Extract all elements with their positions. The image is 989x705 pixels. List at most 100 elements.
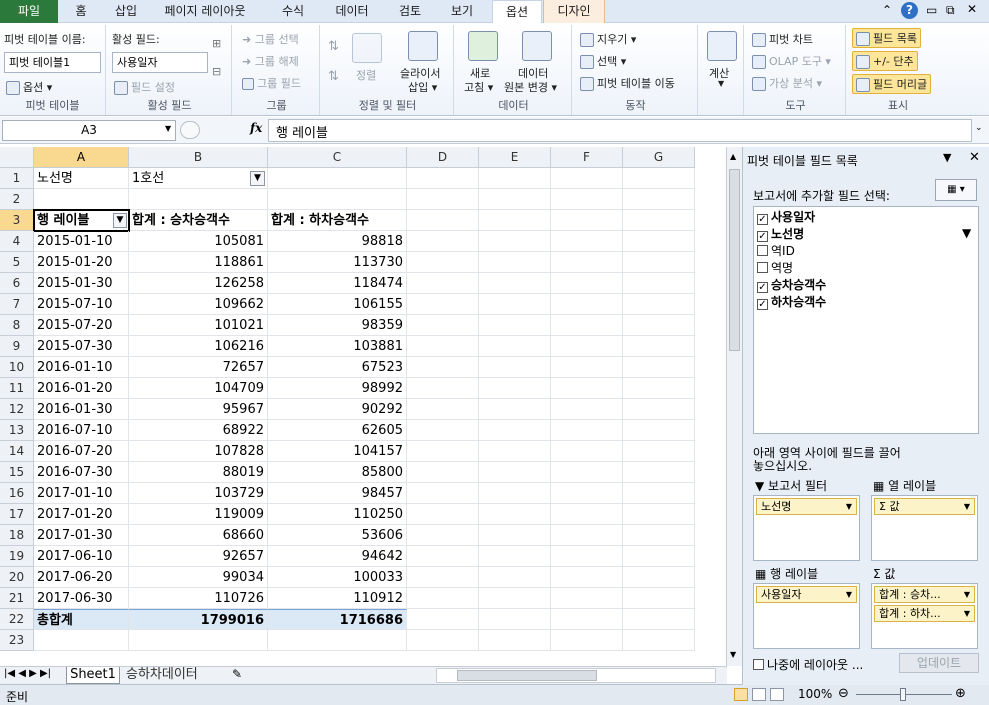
cell-a18[interactable]: 2017-01-30 <box>34 525 129 546</box>
cell-d22[interactable] <box>407 609 479 630</box>
field-item[interactable]: ✓ 하차승객수 <box>757 294 826 311</box>
cell-f19[interactable] <box>551 546 623 567</box>
cell-b13[interactable]: 68922 <box>129 420 268 441</box>
cell-d8[interactable] <box>407 315 479 336</box>
cell-f13[interactable] <box>551 420 623 441</box>
field-checkbox[interactable] <box>757 262 768 273</box>
tab-page-layout[interactable]: 페이지 레이아웃 <box>150 0 260 23</box>
olap-tools-button[interactable]: OLAP 도구 ▾ <box>752 53 831 69</box>
zoom-out-icon[interactable]: ⊖ <box>838 686 849 701</box>
filter-chip[interactable]: 노선명 ▼ <box>756 498 857 515</box>
clear-button[interactable]: 지우기 ▾ <box>580 31 636 47</box>
cell-g17[interactable] <box>623 504 695 525</box>
tab-file[interactable]: 파일 <box>0 0 58 23</box>
cell-g8[interactable] <box>623 315 695 336</box>
sheet-tab-data[interactable]: 승하차데이터 <box>126 667 198 684</box>
row-header[interactable]: 5 <box>0 252 34 273</box>
cell-a21[interactable]: 2017-06-30 <box>34 588 129 609</box>
cell-a13[interactable]: 2016-07-10 <box>34 420 129 441</box>
row-header[interactable]: 6 <box>0 273 34 294</box>
cell-e1[interactable] <box>479 168 551 189</box>
cell-a8[interactable]: 2015-07-20 <box>34 315 129 336</box>
column-header-g[interactable]: G <box>623 147 695 168</box>
defer-update-checkbox[interactable]: 나중에 레이아웃 ... <box>753 656 863 673</box>
field-item[interactable]: 역명 <box>757 260 793 277</box>
cell-b5[interactable]: 118861 <box>129 252 268 273</box>
cell-f10[interactable] <box>551 357 623 378</box>
cell-g13[interactable] <box>623 420 695 441</box>
row-header[interactable]: 10 <box>0 357 34 378</box>
row-header[interactable]: 9 <box>0 336 34 357</box>
panel-menu-icon[interactable]: ▼ <box>943 151 951 164</box>
cell-a1[interactable]: 노선명 <box>34 168 129 189</box>
cell-b6[interactable]: 126258 <box>129 273 268 294</box>
cell-c23[interactable] <box>268 630 407 651</box>
tab-view[interactable]: 보기 <box>440 0 484 23</box>
cell-a9[interactable]: 2015-07-30 <box>34 336 129 357</box>
tab-review[interactable]: 검토 <box>388 0 432 23</box>
row-header[interactable]: 2 <box>0 189 34 210</box>
row-header[interactable]: 20 <box>0 567 34 588</box>
cell-g20[interactable] <box>623 567 695 588</box>
cell-c4[interactable]: 98818 <box>268 231 407 252</box>
cell-f21[interactable] <box>551 588 623 609</box>
tab-formulas[interactable]: 수식 <box>268 0 318 23</box>
cell-b18[interactable]: 68660 <box>129 525 268 546</box>
cell-a17[interactable]: 2017-01-20 <box>34 504 129 525</box>
cell-c17[interactable]: 110250 <box>268 504 407 525</box>
new-sheet-icon[interactable]: ✎ <box>232 667 242 681</box>
value-chip-2[interactable]: 합계 : 하차... ▼ <box>874 605 975 622</box>
ungroup-button[interactable]: ➜ 그룹 해제 <box>242 53 299 69</box>
chevron-down-icon[interactable]: ▼ <box>964 587 970 602</box>
cell-d2[interactable] <box>407 189 479 210</box>
insert-function-icon[interactable]: fx <box>250 121 262 135</box>
field-list-toggle[interactable]: 필드 목록 <box>852 28 921 48</box>
chevron-down-icon[interactable]: ▼ <box>964 499 970 514</box>
cell-d1[interactable] <box>407 168 479 189</box>
field-checkbox[interactable] <box>757 245 768 256</box>
cell-c15[interactable]: 85800 <box>268 462 407 483</box>
normal-view-icon[interactable] <box>734 688 748 701</box>
cell-d20[interactable] <box>407 567 479 588</box>
cell-b1[interactable]: 1호선 <box>129 168 268 189</box>
cell-a6[interactable]: 2015-01-30 <box>34 273 129 294</box>
sort-button[interactable]: 정렬 <box>356 67 376 83</box>
cell-d18[interactable] <box>407 525 479 546</box>
cell-e18[interactable] <box>479 525 551 546</box>
pivot-chart-button[interactable]: 피벗 차트 <box>752 31 813 47</box>
horizontal-scroll-thumb[interactable] <box>457 670 597 681</box>
minimize-ribbon-icon[interactable]: ⌃ <box>882 3 892 17</box>
zoom-level[interactable]: 100% <box>798 687 832 701</box>
page-layout-view-icon[interactable] <box>752 688 766 701</box>
select-button[interactable]: 선택 ▾ <box>580 53 626 69</box>
row-header[interactable]: 16 <box>0 483 34 504</box>
cell-b2[interactable] <box>129 189 268 210</box>
cell-b9[interactable]: 106216 <box>129 336 268 357</box>
field-item[interactable]: ✓ 노선명 <box>757 226 804 243</box>
tab-design[interactable]: 디자인 <box>543 0 605 23</box>
help-icon[interactable]: ? <box>901 2 918 19</box>
name-box[interactable]: A3 <box>2 120 176 141</box>
row-labels-area[interactable]: 사용일자 ▼ <box>753 583 860 649</box>
window-minimize-icon[interactable]: ▭ <box>926 3 937 17</box>
scroll-down-icon[interactable]: ▼ <box>730 650 736 659</box>
column-chip[interactable]: Σ 값 ▼ <box>874 498 975 515</box>
tab-data[interactable]: 데이터 <box>326 0 378 23</box>
cell-f16[interactable] <box>551 483 623 504</box>
cell-c12[interactable]: 90292 <box>268 399 407 420</box>
cell-b15[interactable]: 88019 <box>129 462 268 483</box>
cell-e17[interactable] <box>479 504 551 525</box>
row-header[interactable]: 12 <box>0 399 34 420</box>
name-box-dropdown-icon[interactable]: ▼ <box>165 124 171 133</box>
cell-f20[interactable] <box>551 567 623 588</box>
cell-a10[interactable]: 2016-01-10 <box>34 357 129 378</box>
cell-e8[interactable] <box>479 315 551 336</box>
cell-f6[interactable] <box>551 273 623 294</box>
cell-b17[interactable]: 119009 <box>129 504 268 525</box>
cell-d21[interactable] <box>407 588 479 609</box>
cell-c19[interactable]: 94642 <box>268 546 407 567</box>
cell-b4[interactable]: 105081 <box>129 231 268 252</box>
cell-a15[interactable]: 2016-07-30 <box>34 462 129 483</box>
field-checkbox[interactable]: ✓ <box>757 231 768 242</box>
cell-d5[interactable] <box>407 252 479 273</box>
